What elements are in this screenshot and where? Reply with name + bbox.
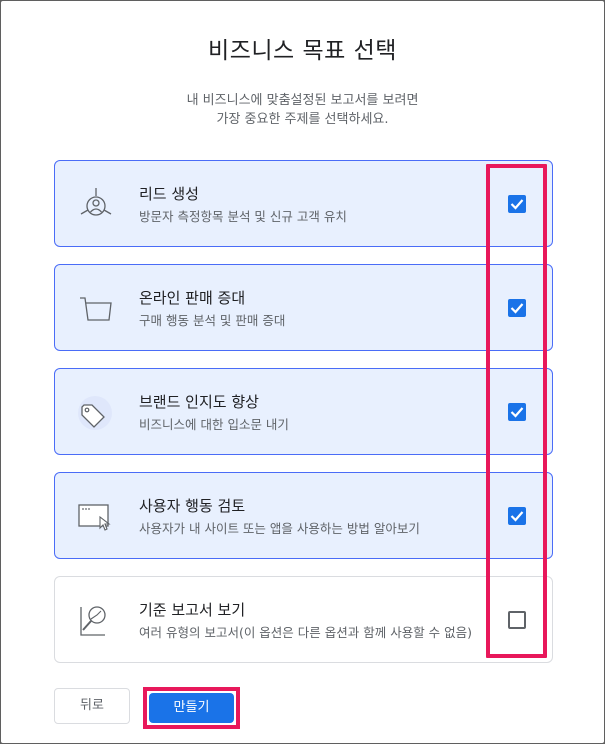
subtitle-line-1: 내 비즈니스에 맞춤설정된 보고서를 보려면 (186, 93, 419, 108)
option-name: 브랜드 인지도 향상 (139, 393, 259, 411)
checkbox-checked[interactable] (508, 507, 526, 525)
option-description: 여러 유형의 보고서(이 옵션은 다른 옵션과 함께 사용할 수 없음) (139, 625, 473, 640)
option-card-baseline-reports[interactable]: 기준 보고서 보기 여러 유형의 보고서(이 옵션은 다른 옵션과 함께 사용할… (54, 576, 553, 663)
option-card-lead-generation[interactable]: 리드 생성 방문자 측정항목 분석 및 신규 고객 유치 (54, 160, 553, 247)
create-button[interactable]: 만들기 (149, 693, 234, 723)
page-title: 비즈니스 목표 선택 (208, 38, 397, 64)
checkbox-checked[interactable] (508, 195, 526, 213)
option-card-online-sales[interactable]: 온라인 판매 증대 구매 행동 분석 및 판매 증대 (54, 264, 553, 351)
page-subtitle: 내 비즈니스에 맞춤설정된 보고서를 보려면 가장 중요한 주제를 선택하세요. (1, 91, 604, 129)
back-button[interactable]: 뒤로 (54, 688, 130, 724)
option-name: 온라인 판매 증대 (139, 289, 246, 307)
checkmark-icon (510, 303, 524, 314)
option-description: 비즈니스에 대한 입소문 내기 (139, 417, 289, 432)
checkmark-icon (510, 511, 524, 522)
option-name: 사용자 행동 검토 (139, 497, 246, 515)
option-description: 방문자 측정항목 분석 및 신규 고객 유치 (139, 209, 347, 224)
option-card-user-behavior[interactable]: 사용자 행동 검토 사용자가 내 사이트 또는 앱을 사용하는 방법 알아보기 (54, 472, 553, 559)
business-goal-dialog: 비즈니스 목표 선택 내 비즈니스에 맞춤설정된 보고서를 보려면 가장 중요한… (1, 1, 604, 743)
checkmark-icon (510, 199, 524, 210)
subtitle-line-2: 가장 중요한 주제를 선택하세요. (216, 112, 389, 127)
target-person-icon (77, 185, 115, 223)
browser-cursor-icon (77, 497, 115, 535)
checkbox-checked[interactable] (508, 299, 526, 317)
checkmark-icon (510, 407, 524, 418)
option-card-brand-awareness[interactable]: 브랜드 인지도 향상 비즈니스에 대한 입소문 내기 (54, 368, 553, 455)
shopping-cart-icon (77, 289, 115, 327)
checkbox-unchecked[interactable] (508, 611, 526, 629)
checkbox-checked[interactable] (508, 403, 526, 421)
tag-icon (77, 393, 115, 431)
option-description: 사용자가 내 사이트 또는 앱을 사용하는 방법 알아보기 (139, 521, 420, 536)
option-description: 구매 행동 분석 및 판매 증대 (139, 313, 286, 328)
magnifier-report-icon (77, 601, 115, 639)
option-name: 리드 생성 (139, 185, 199, 203)
create-button-highlight: 만들기 (143, 687, 240, 729)
option-name: 기준 보고서 보기 (139, 601, 246, 619)
